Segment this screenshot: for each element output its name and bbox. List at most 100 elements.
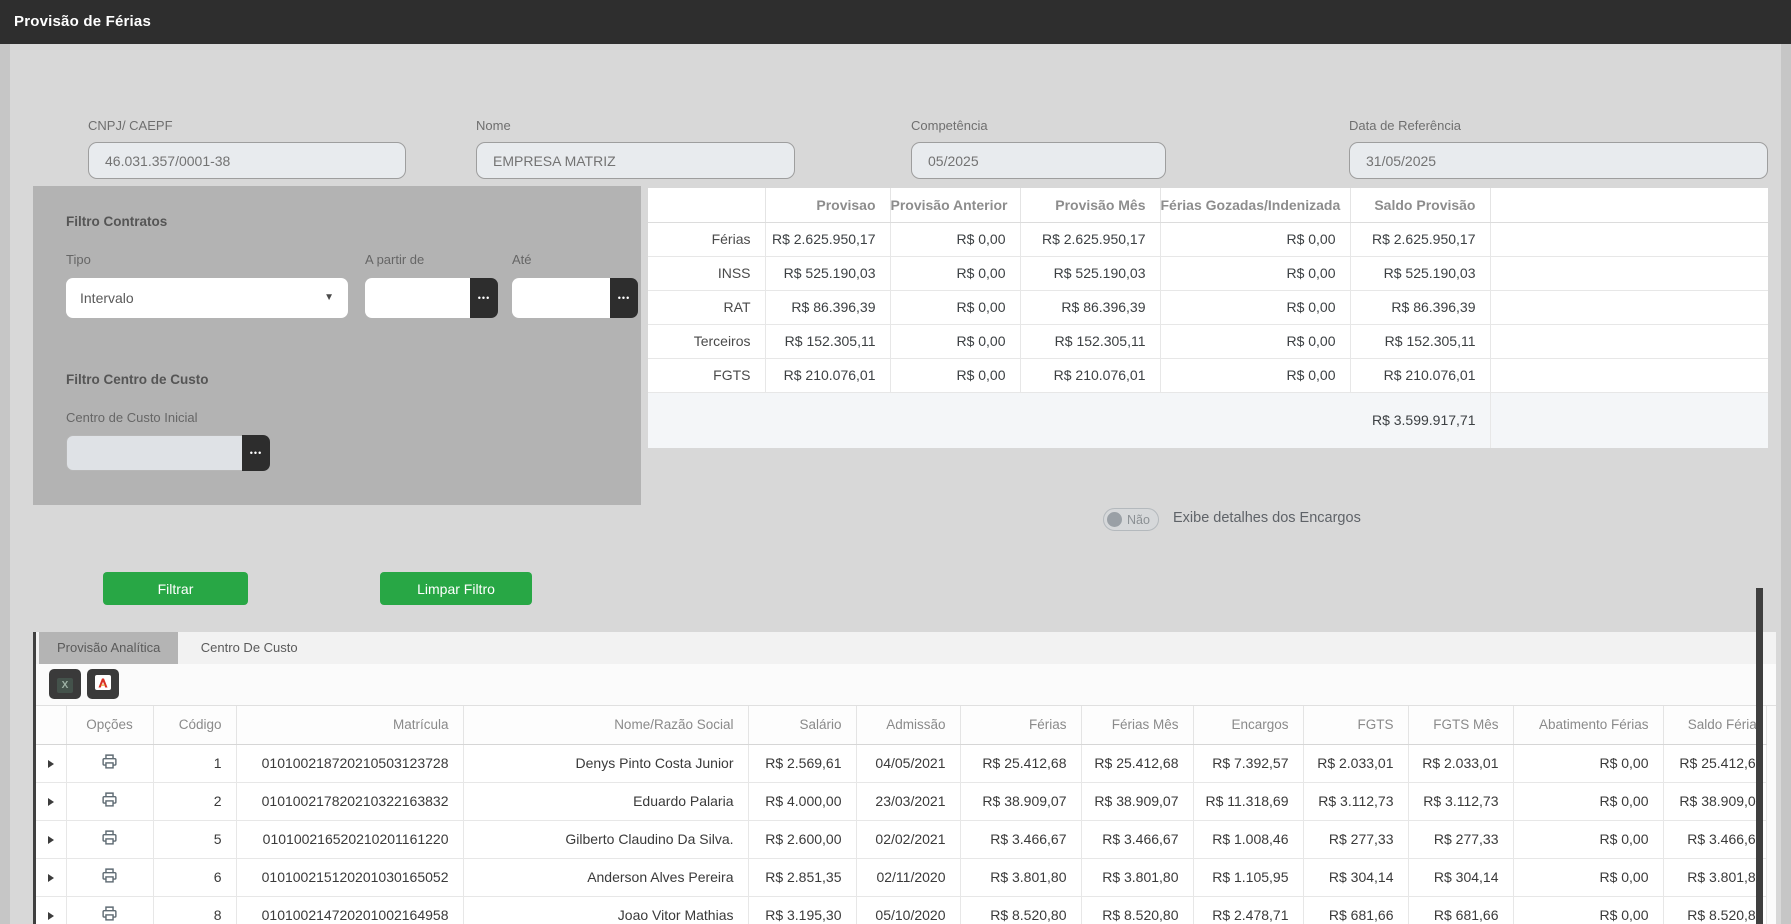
grid-tabs: Provisão Analítica Centro De Custo (36, 632, 1776, 664)
tipo-select[interactable]: Intervalo ▼ (66, 278, 348, 318)
encargos-toggle-row: Não Exibe detalhes dos Encargos (648, 506, 1768, 536)
data-referencia-input[interactable] (1349, 142, 1768, 179)
row-expand-cell (36, 782, 66, 820)
print-icon[interactable] (101, 753, 118, 770)
tab-centro-de-custo[interactable]: Centro De Custo (183, 632, 316, 664)
row-nome: Eduardo Palaria (463, 782, 748, 820)
row-salario: R$ 4.000,00 (748, 782, 856, 820)
row-matricula: 010100216520210201161220 (236, 820, 463, 858)
summary-header-row: Provisao Provisão Anterior Provisão Mês … (648, 188, 1768, 222)
nome-input[interactable] (476, 142, 795, 179)
nome-field-group: Nome (476, 118, 795, 179)
row-opcoes-cell (66, 858, 153, 896)
grid-col-fgts: FGTS (1303, 706, 1408, 744)
provisao-analitica-table: Opções Código Matrícula Nome/Razão Socia… (36, 706, 1767, 924)
summary-cell-saldo: R$ 152.305,11 (1350, 324, 1490, 358)
row-matricula: 010100214720201002164958 (236, 896, 463, 924)
limpar-filtro-button[interactable]: Limpar Filtro (380, 572, 532, 605)
cnpj-field-group: CNPJ/ CAEPF (88, 118, 406, 179)
print-icon[interactable] (101, 829, 118, 846)
tab-provisao-analitica[interactable]: Provisão Analítica (39, 632, 178, 664)
print-icon[interactable] (101, 791, 118, 808)
cnpj-input[interactable] (88, 142, 406, 179)
expand-arrow-icon[interactable] (48, 912, 54, 920)
row-ferias: R$ 38.909,07 (960, 782, 1081, 820)
row-nome: Gilberto Claudino Da Silva. (463, 820, 748, 858)
centro-custo-inicial-label: Centro de Custo Inicial (66, 410, 198, 425)
summary-row: FGTS R$ 210.076,01 R$ 0,00 R$ 210.076,01… (648, 358, 1768, 392)
row-admissao: 04/05/2021 (856, 744, 960, 782)
print-icon[interactable] (101, 905, 118, 922)
row-fgts-mes: R$ 2.033,01 (1408, 744, 1513, 782)
a-partir-de-field: ••• (365, 278, 498, 318)
summary-col-provisao-anterior: Provisão Anterior (890, 188, 1020, 222)
row-admissao: 02/11/2020 (856, 858, 960, 896)
row-admissao: 05/10/2020 (856, 896, 960, 924)
summary-col-ferias-gozadas: Férias Gozadas/Indenizada (1160, 188, 1350, 222)
row-fgts: R$ 2.033,01 (1303, 744, 1408, 782)
summary-cell-saldo: R$ 86.396,39 (1350, 290, 1490, 324)
summary-cell-provisao: R$ 210.076,01 (765, 358, 890, 392)
grid-col-encargos: Encargos (1193, 706, 1303, 744)
competencia-input[interactable] (911, 142, 1166, 179)
summary-cell-mes: R$ 86.396,39 (1020, 290, 1160, 324)
filtro-contratos-title: Filtro Contratos (66, 214, 167, 229)
filtrar-button[interactable]: Filtrar (103, 572, 248, 605)
toggle-state-label: Não (1127, 513, 1150, 527)
competencia-field-group: Competência (911, 118, 1166, 179)
a-partir-de-lookup-button[interactable]: ••• (470, 278, 498, 318)
row-opcoes-cell (66, 744, 153, 782)
centro-custo-lookup-button[interactable]: ••• (242, 435, 270, 471)
print-icon[interactable] (101, 867, 118, 884)
row-codigo: 6 (153, 858, 236, 896)
row-codigo: 5 (153, 820, 236, 858)
summary-table: Provisao Provisão Anterior Provisão Mês … (648, 188, 1768, 448)
row-encargos: R$ 2.478,71 (1193, 896, 1303, 924)
summary-cell-provisao: R$ 86.396,39 (765, 290, 890, 324)
expand-arrow-icon[interactable] (48, 760, 54, 768)
row-ferias-mes: R$ 25.412,68 (1081, 744, 1193, 782)
table-row: 8 010100214720201002164958 Joao Vitor Ma… (36, 896, 1766, 924)
row-ferias: R$ 3.801,80 (960, 858, 1081, 896)
encargos-toggle[interactable]: Não (1103, 508, 1159, 531)
row-admissao: 23/03/2021 (856, 782, 960, 820)
competencia-label: Competência (911, 118, 1166, 133)
summary-cell-anterior: R$ 0,00 (890, 324, 1020, 358)
grid-col-salario: Salário (748, 706, 856, 744)
ate-lookup-button[interactable]: ••• (610, 278, 638, 318)
summary-cell-gozadas: R$ 0,00 (1160, 324, 1350, 358)
row-expand-cell (36, 820, 66, 858)
expand-arrow-icon[interactable] (48, 874, 54, 882)
filter-panel: Filtro Contratos Tipo Intervalo ▼ A part… (33, 186, 641, 505)
summary-cell-saldo: R$ 210.076,01 (1350, 358, 1490, 392)
pdf-icon (95, 675, 111, 690)
a-partir-de-label: A partir de (365, 252, 424, 267)
summary-cell-mes: R$ 210.076,01 (1020, 358, 1160, 392)
centro-custo-inicial-input[interactable] (66, 435, 242, 471)
summary-cell-anterior: R$ 0,00 (890, 256, 1020, 290)
summary-cell-empty (1490, 222, 1768, 256)
summary-row-label: FGTS (648, 358, 765, 392)
row-ferias: R$ 3.466,67 (960, 820, 1081, 858)
grid-col-abatimento: Abatimento Férias (1513, 706, 1663, 744)
row-nome: Joao Vitor Mathias (463, 896, 748, 924)
table-row: 2 010100217820210322163832 Eduardo Palar… (36, 782, 1766, 820)
row-matricula: 010100218720210503123728 (236, 744, 463, 782)
export-pdf-button[interactable] (87, 669, 119, 699)
summary-row: RAT R$ 86.396,39 R$ 0,00 R$ 86.396,39 R$… (648, 290, 1768, 324)
expand-arrow-icon[interactable] (48, 798, 54, 806)
export-excel-button[interactable]: X (49, 669, 81, 699)
summary-cell-gozadas: R$ 0,00 (1160, 290, 1350, 324)
row-encargos: R$ 7.392,57 (1193, 744, 1303, 782)
grid-vertical-scrollbar[interactable] (1756, 588, 1763, 924)
row-expand-cell (36, 896, 66, 924)
summary-cell-mes: R$ 2.625.950,17 (1020, 222, 1160, 256)
a-partir-de-input[interactable] (365, 278, 470, 318)
row-encargos: R$ 11.318,69 (1193, 782, 1303, 820)
ate-input[interactable] (512, 278, 610, 318)
summary-cell-empty (1490, 290, 1768, 324)
grid-col-ferias: Férias (960, 706, 1081, 744)
expand-arrow-icon[interactable] (48, 836, 54, 844)
encargos-toggle-text: Exibe detalhes dos Encargos (1173, 510, 1361, 526)
grid-toolbar: X (36, 664, 1776, 706)
